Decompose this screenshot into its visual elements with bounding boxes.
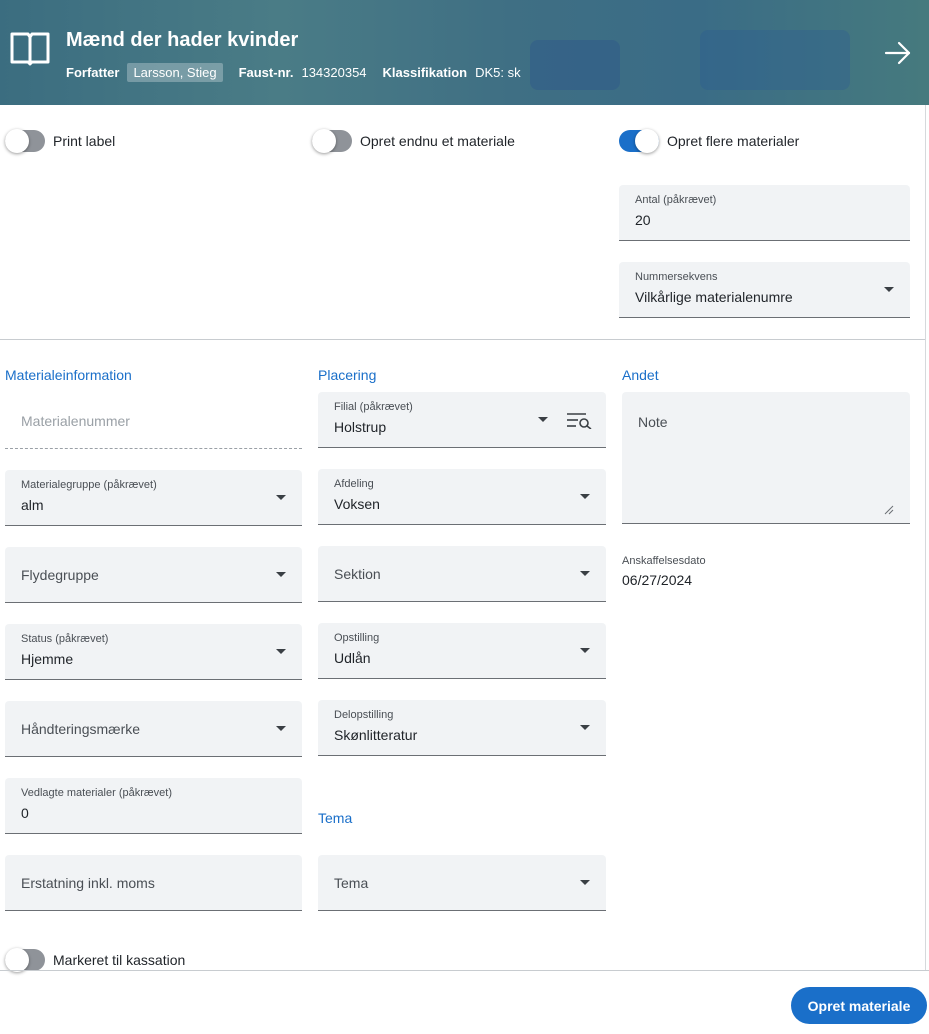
attached-materials-field[interactable]: Vedlagte materialer (påkrævet) 0 <box>5 778 302 834</box>
list-search-icon[interactable] <box>566 411 592 429</box>
classification-value: DK5: sk <box>475 65 521 80</box>
chevron-down-icon <box>580 570 590 576</box>
material-number-field: Materialenummer <box>5 393 302 449</box>
panel-edge <box>925 105 926 970</box>
discard-label: Markeret til kassation <box>53 952 186 968</box>
faust-label: Faust-nr. <box>238 65 294 80</box>
toggle-switch[interactable] <box>5 948 45 972</box>
chevron-down-icon <box>276 494 286 500</box>
section-material-info: Materialeinformation <box>5 367 132 383</box>
toggle-switch[interactable] <box>5 129 45 153</box>
department-select[interactable]: Afdeling Voksen <box>318 469 606 525</box>
chevron-down-icon <box>580 493 590 499</box>
author-label: Forfatter <box>66 65 120 80</box>
branch-label: Filial (påkrævet) <box>334 401 413 413</box>
header-background-blur <box>700 30 850 90</box>
subshelving-select[interactable]: Delopstilling Skønlitteratur <box>318 700 606 756</box>
chevron-down-icon <box>884 286 894 292</box>
status-label: Status (påkrævet) <box>21 633 109 645</box>
handling-mark-select[interactable]: Håndteringsmærke <box>5 701 302 757</box>
chevron-down-icon <box>580 879 590 885</box>
float-group-placeholder: Flydegruppe <box>21 566 99 583</box>
sequence-value: Vilkårlige materialenumre <box>635 289 793 305</box>
arrow-right-icon[interactable] <box>884 40 912 66</box>
create-material-button[interactable]: Opret materiale <box>791 987 927 1024</box>
resize-handle-icon[interactable] <box>884 505 894 515</box>
chevron-down-icon <box>580 724 590 730</box>
header-background-blur <box>530 40 620 90</box>
count-field[interactable]: Antal (påkrævet) 20 <box>619 185 910 241</box>
discard-toggle[interactable]: Markeret til kassation <box>5 948 186 972</box>
section-theme: Tema <box>318 810 353 826</box>
material-group-value: alm <box>21 497 44 513</box>
sequence-label: Nummersekvens <box>635 271 718 283</box>
branch-value: Holstrup <box>334 419 387 435</box>
divider <box>0 339 925 340</box>
department-value: Voksen <box>334 496 380 512</box>
branch-select[interactable]: Filial (påkrævet) Holstrup <box>318 392 606 448</box>
material-number-placeholder: Materialenummer <box>21 412 130 429</box>
subshelving-label: Delopstilling <box>334 709 394 721</box>
chevron-down-icon <box>276 571 286 577</box>
book-open-icon <box>10 32 50 66</box>
page: Mænd der hader kvinder Forfatter Larsson… <box>0 0 929 1034</box>
theme-select[interactable]: Tema <box>318 855 606 911</box>
create-another-label: Opret endnu et materiale <box>360 133 515 149</box>
print-label-toggle[interactable]: Print label <box>5 129 116 153</box>
toggle-switch[interactable] <box>619 129 659 153</box>
faust-value: 134320354 <box>301 65 367 80</box>
material-group-label: Materialegruppe (påkrævet) <box>21 479 157 491</box>
number-sequence-select[interactable]: Nummersekvens Vilkårlige materialenumre <box>619 262 910 318</box>
material-group-select[interactable]: Materialegruppe (påkrævet) alm <box>5 470 302 526</box>
attached-value[interactable]: 0 <box>21 805 29 821</box>
print-label-label: Print label <box>53 133 116 149</box>
theme-placeholder: Tema <box>334 874 369 891</box>
acquisition-date-label: Anskaffelsesdato <box>622 555 706 567</box>
handling-mark-placeholder: Håndteringsmærke <box>21 720 141 737</box>
department-label: Afdeling <box>334 478 374 490</box>
material-meta: Forfatter Larsson, Stieg Faust-nr. 13432… <box>66 63 521 82</box>
material-header: Mænd der hader kvinder Forfatter Larsson… <box>0 0 929 105</box>
count-value[interactable]: 20 <box>635 212 651 228</box>
footer-divider <box>0 970 929 971</box>
status-select[interactable]: Status (påkrævet) Hjemme <box>5 624 302 680</box>
author-chip[interactable]: Larsson, Stieg <box>127 63 223 82</box>
note-textarea[interactable]: Note <box>622 392 910 524</box>
shelving-value: Udlån <box>334 650 371 666</box>
chevron-down-icon <box>580 647 590 653</box>
chevron-down-icon <box>276 648 286 654</box>
float-group-select[interactable]: Flydegruppe <box>5 547 302 603</box>
chevron-down-icon <box>538 416 548 422</box>
chevron-down-icon <box>276 725 286 731</box>
create-multiple-label: Opret flere materialer <box>667 133 800 149</box>
section-placement: Placering <box>318 367 377 383</box>
section-select[interactable]: Sektion <box>318 546 606 602</box>
shelving-select[interactable]: Opstilling Udlån <box>318 623 606 679</box>
subshelving-value: Skønlitteratur <box>334 727 418 743</box>
replacement-placeholder: Erstatning inkl. moms <box>21 874 155 891</box>
material-title: Mænd der hader kvinder <box>66 29 299 51</box>
create-multiple-toggle[interactable]: Opret flere materialer <box>619 129 800 153</box>
create-another-toggle[interactable]: Opret endnu et materiale <box>312 129 515 153</box>
status-value: Hjemme <box>21 651 74 667</box>
toggle-switch[interactable] <box>312 129 352 153</box>
section-placeholder: Sektion <box>334 565 381 582</box>
shelving-label: Opstilling <box>334 632 380 644</box>
note-placeholder: Note <box>638 414 668 430</box>
classification-label: Klassifikation <box>382 65 468 80</box>
attached-label: Vedlagte materialer (påkrævet) <box>21 787 173 799</box>
acquisition-date-value: 06/27/2024 <box>622 572 693 588</box>
replacement-price-field[interactable]: Erstatning inkl. moms <box>5 855 302 911</box>
section-other: Andet <box>622 367 659 383</box>
count-label: Antal (påkrævet) <box>635 194 717 206</box>
